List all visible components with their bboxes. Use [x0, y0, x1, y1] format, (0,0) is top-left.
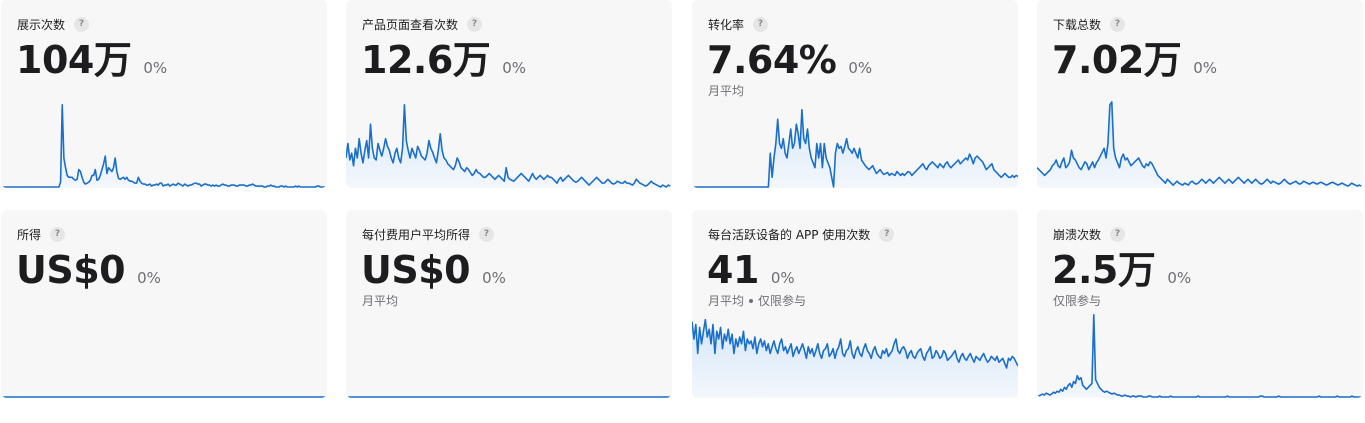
metric-card-conversion-rate[interactable]: 转化率 ? 7.64% 0% 月平均: [692, 0, 1018, 188]
sparkline-chart: [346, 104, 672, 188]
sparkline-chart: [1, 104, 327, 188]
sparkline-chart: [692, 318, 1018, 397]
sparkline-chart: [1037, 314, 1363, 398]
metric-card-proceeds-per-paying-user[interactable]: 每付费用户平均所得 ? US$0 0% 月平均: [346, 210, 672, 398]
sparkline-chart: [1, 396, 327, 398]
metric-card-crashes[interactable]: 崩溃次数 ? 2.5万 0% 仅限参与: [1037, 210, 1363, 398]
metric-card-sessions-per-active-device[interactable]: 每台活跃设备的 APP 使用次数 ? 41 0% 月平均 仅限参与: [692, 210, 1018, 398]
metric-card-total-downloads[interactable]: 下载总数 ? 7.02万 0%: [1037, 0, 1363, 188]
sparkline-chart: [1037, 101, 1363, 188]
metric-card-product-page-views[interactable]: 产品页面查看次数 ? 12.6万 0%: [346, 0, 672, 188]
series-area: [1037, 314, 1363, 397]
series-area: [1, 104, 327, 187]
series-line: [1, 104, 327, 188]
sparkline-chart: [692, 108, 1018, 188]
series-area: [346, 104, 672, 187]
series-area: [1037, 101, 1363, 187]
series-area: [692, 109, 1018, 187]
metric-card-proceeds[interactable]: 所得 ? US$0 0%: [1, 210, 327, 398]
series-line: [1037, 314, 1363, 398]
series-area: [692, 319, 1018, 397]
metric-card-impressions[interactable]: 展示次数 ? 104万 0%: [1, 0, 327, 188]
sparkline-chart: [346, 396, 672, 398]
